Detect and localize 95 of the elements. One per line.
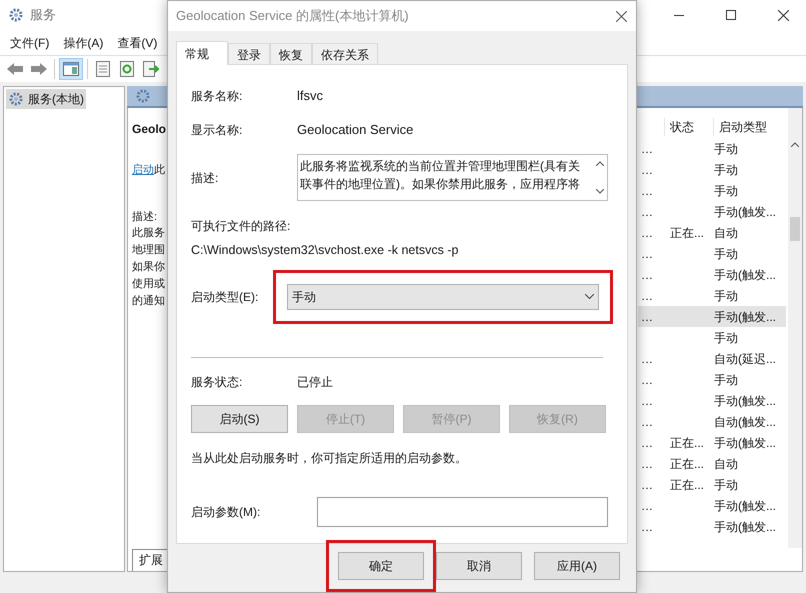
table-cell-text: 手动(触发...	[713, 392, 776, 410]
table-cell: …	[641, 372, 653, 386]
caret-icon	[585, 294, 594, 300]
dialog-button[interactable]: 取消	[436, 552, 522, 580]
table-cell-text: 自动	[713, 224, 738, 242]
table-cell: …	[641, 394, 653, 408]
table-cell: …	[641, 352, 653, 366]
description-line: 使用或	[132, 277, 165, 292]
table-cell: …	[641, 288, 653, 302]
table-cell-text: 手动	[713, 288, 738, 304]
table-cell-text: 手动(触发...	[713, 308, 776, 326]
service-title: Geolo	[132, 121, 168, 138]
field-label: 启动类型(E):	[191, 288, 260, 306]
table-cell-text: 自动(触发...	[713, 414, 776, 430]
panel-view-icon[interactable]	[59, 58, 83, 80]
description-label: 描述:	[132, 210, 158, 224]
field-label: 显示名称:	[191, 122, 244, 139]
description-line: 此服务	[132, 226, 165, 241]
field-label: 描述:	[191, 170, 220, 186]
dialog-tab[interactable]: 依存关系	[312, 43, 378, 65]
scrollbar-thumb[interactable]	[790, 217, 800, 241]
table-cell: …	[641, 246, 653, 260]
table-cell-text: 手动(触发...	[713, 204, 776, 220]
field-label: 服务状态:	[191, 374, 244, 391]
dialog-tab[interactable]: 恢复	[270, 43, 312, 65]
dialog-title: Geolocation Service 的属性(本地计算机)	[176, 7, 409, 26]
extended-tab[interactable]: 扩展	[132, 549, 170, 571]
field-value: Geolocation Service	[297, 121, 414, 140]
menu-item[interactable]: 查看(V)	[111, 34, 164, 52]
table-cell-text: 手动(触发...	[713, 518, 776, 536]
table-cell: …	[641, 184, 653, 198]
menu-item[interactable]: 操作(A)	[57, 34, 110, 52]
column-header[interactable]: 启动类型	[713, 118, 779, 136]
table-cell-text: 自动	[713, 456, 738, 472]
dialog-tab[interactable]: 常规	[176, 41, 228, 65]
description-line: 地理围	[132, 243, 165, 258]
table-cell-text: 自动(延迟...	[713, 350, 776, 368]
table-cell: …	[641, 226, 653, 240]
description-box[interactable]: 此服务将监视系统的当前位置并管理地理围栏(具有关联事件的地理位置)。如果你禁用此服务，应用程序将	[297, 154, 608, 201]
menu-item[interactable]: 文件(F)	[4, 34, 56, 52]
table-cell: 正在...	[670, 456, 704, 470]
hint-text: 当从此处启动服务时，你可指定所适用的启动参数。	[191, 450, 468, 467]
close-icon	[616, 10, 626, 22]
link-text: 此	[154, 163, 165, 178]
table-cell-text: 手动	[713, 372, 738, 388]
table-cell-text: 手动	[713, 476, 738, 494]
field-label: 启动参数(M):	[191, 504, 262, 521]
table-cell: …	[641, 268, 653, 282]
table-cell: …	[641, 478, 653, 492]
table-cell: 正在...	[670, 478, 704, 492]
table-cell-text: 手动(触发...	[713, 434, 776, 452]
table-cell-text: 手动	[713, 330, 738, 346]
app-icon	[8, 7, 24, 23]
table-cell-text: 手动	[713, 140, 738, 158]
scroll-up-icon[interactable]	[791, 142, 799, 147]
table-cell: …	[641, 498, 653, 512]
description-line: 如果你	[132, 260, 165, 275]
startup-type-dropdown[interactable]: 手动	[287, 284, 599, 310]
table-cell-text: 手动	[713, 162, 738, 178]
field-label: 服务名称:	[191, 88, 244, 105]
field-value: 已停止	[297, 374, 333, 391]
field-label: 可执行文件的路径:	[191, 218, 292, 235]
table-cell: 正在...	[670, 436, 704, 450]
table-cell: …	[641, 162, 653, 176]
scroll-down-icon[interactable]	[596, 189, 604, 194]
scrollbar[interactable]	[788, 108, 802, 548]
table-cell: …	[641, 456, 653, 470]
tree-item[interactable]: 服务(本地)	[6, 89, 86, 109]
dialog-tab[interactable]: 登录	[228, 43, 270, 65]
params-input[interactable]	[317, 496, 608, 527]
table-cell: …	[641, 204, 653, 218]
service-button[interactable]: 启动(S)	[191, 404, 288, 433]
list-row[interactable]: … 手动(触发...	[638, 306, 786, 327]
field-value: lfsvc	[297, 87, 323, 106]
table-cell: 正在...	[670, 226, 704, 240]
table-cell-text: 手动	[713, 246, 738, 262]
table-cell: …	[641, 142, 653, 156]
table-cell-text: 手动(触发...	[713, 266, 776, 284]
column-header[interactable]: 状态	[664, 118, 713, 136]
path-text: C:\Windows\system32\svchost.exe -k netsvcs -p	[191, 242, 460, 259]
table-cell-text: 手动	[713, 182, 738, 200]
dialog-button[interactable]: 应用(A)	[534, 552, 620, 580]
table-cell: …	[641, 520, 653, 534]
export-icon[interactable]	[140, 58, 162, 80]
close-icon	[778, 10, 788, 20]
table-cell-text: 手动(触发...	[713, 498, 776, 514]
dialog-button[interactable]: 确定	[338, 552, 424, 580]
start-link[interactable]: 启动	[132, 162, 154, 178]
window-title: 服务	[30, 6, 56, 24]
table-cell: …	[641, 436, 653, 450]
table-cell: …	[641, 310, 653, 324]
description-line: 的通知	[132, 294, 165, 309]
gear-icon	[8, 91, 24, 107]
table-cell: …	[641, 414, 653, 428]
scroll-up-icon[interactable]	[596, 161, 604, 166]
